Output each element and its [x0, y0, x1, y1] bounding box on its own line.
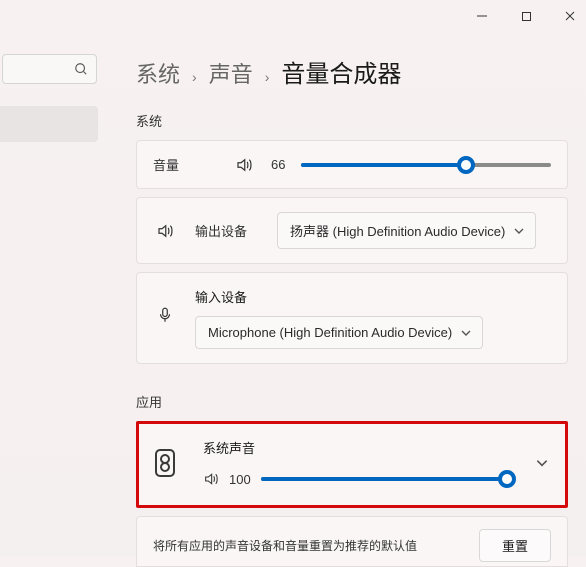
search-icon — [74, 62, 88, 76]
chevron-down-icon — [460, 327, 472, 339]
speaker-icon[interactable] — [235, 156, 253, 174]
output-device-select[interactable]: 扬声器 (High Definition Audio Device) — [277, 212, 536, 249]
chevron-right-icon: › — [265, 69, 270, 85]
system-sounds-card[interactable]: 系统声音 100 — [136, 421, 568, 508]
speaker-icon[interactable] — [203, 471, 219, 487]
output-device-card: 输出设备 扬声器 (High Definition Audio Device) — [136, 197, 568, 264]
reset-description: 将所有应用的声音设备和音量重置为推荐的默认值 — [153, 537, 463, 555]
input-device-label: 输入设备 — [195, 287, 551, 306]
system-sounds-icon — [155, 449, 175, 477]
volume-label: 音量 — [153, 155, 217, 174]
microphone-icon — [153, 305, 177, 325]
breadcrumb-current: 音量合成器 — [281, 54, 401, 89]
volume-slider[interactable] — [301, 163, 551, 167]
chevron-down-icon[interactable] — [535, 456, 549, 470]
minimize-button[interactable] — [474, 8, 490, 24]
chevron-right-icon: › — [192, 69, 197, 85]
breadcrumb-root[interactable]: 系统 — [136, 57, 180, 89]
system-sounds-title: 系统声音 — [203, 438, 507, 457]
breadcrumb-sound[interactable]: 声音 — [209, 57, 253, 89]
system-sounds-value: 100 — [229, 472, 251, 487]
reset-button[interactable]: 重置 — [479, 529, 551, 562]
input-device-value: Microphone (High Definition Audio Device… — [208, 325, 452, 340]
close-button[interactable] — [562, 8, 578, 24]
sidebar-item-system[interactable] — [0, 106, 98, 142]
input-device-select[interactable]: Microphone (High Definition Audio Device… — [195, 316, 483, 349]
section-apps-title: 应用 — [136, 392, 568, 411]
reset-card: 将所有应用的声音设备和音量重置为推荐的默认值 重置 — [136, 516, 568, 567]
section-system-title: 系统 — [136, 111, 568, 130]
volume-value: 66 — [271, 157, 293, 172]
chevron-down-icon — [513, 225, 525, 237]
system-sounds-slider[interactable] — [261, 477, 507, 481]
speaker-icon — [153, 222, 177, 240]
search-input[interactable] — [2, 54, 97, 84]
volume-card: 音量 66 — [136, 140, 568, 189]
output-device-value: 扬声器 (High Definition Audio Device) — [290, 224, 505, 239]
input-device-card: 输入设备 Microphone (High Definition Audio D… — [136, 272, 568, 364]
output-device-label: 输出设备 — [195, 221, 259, 240]
maximize-button[interactable] — [518, 8, 534, 24]
breadcrumb: 系统 › 声音 › 音量合成器 — [136, 54, 568, 89]
